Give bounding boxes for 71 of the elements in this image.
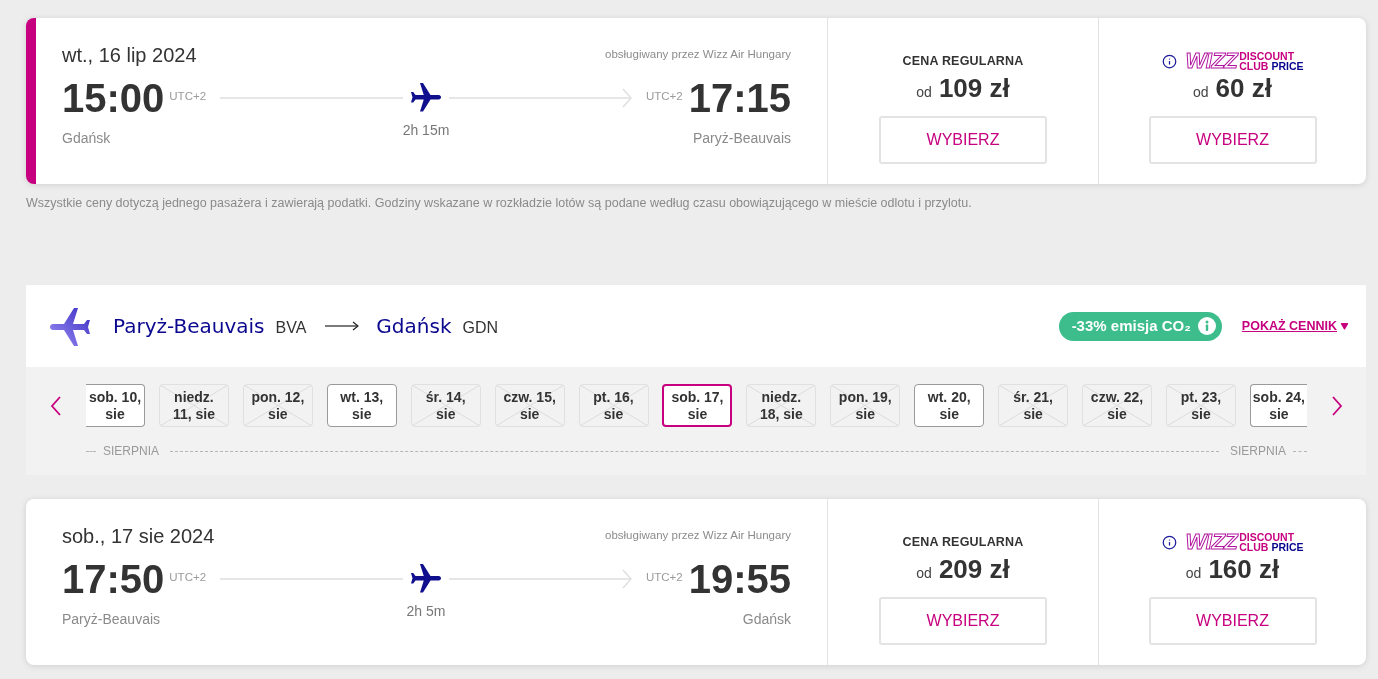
operator-text: obsługiwany przez Wizz Air Hungary (605, 528, 791, 544)
flight-date: sob., 17 sie 2024 (62, 524, 215, 548)
logo-wordmark: WIZZ (1185, 50, 1238, 72)
price-amount: 209 zł (938, 554, 1010, 584)
logo-caption: DISCOUNT (1239, 532, 1296, 542)
date-option[interactable]: niedz. 18, sie (746, 384, 817, 427)
timezone-label: UTC+2 (169, 570, 207, 586)
flight-duration: 2h 15m (402, 121, 450, 140)
date-option[interactable]: czw. 15, sie (494, 384, 565, 427)
arrival-city: Paryż-Beauvais (692, 129, 791, 148)
logo-caption: CLUB PRICE (1239, 61, 1304, 71)
select-fare-button[interactable]: WYBIERZ (1148, 597, 1317, 645)
logo-wordmark: WIZZ (1185, 531, 1238, 553)
date-option[interactable]: wt. 20, sie (914, 384, 985, 427)
departure-city: Gdańsk (62, 129, 111, 148)
date-option[interactable]: śr. 14, sie (410, 384, 481, 427)
logo-caption: CLUB PRICE (1239, 542, 1304, 552)
flight-date: wt., 16 lip 2024 (62, 43, 197, 67)
airplane-icon (50, 306, 90, 346)
timezone-label: UTC+2 (645, 570, 683, 586)
destination-city: Gdańsk (376, 313, 452, 340)
arrival-time: 17:15 (688, 76, 791, 120)
chevron-right-icon (1330, 395, 1343, 416)
arrow-right-icon (325, 321, 360, 331)
departure-time: 15:00 (62, 76, 165, 120)
month-label: SIERPNIA (103, 443, 159, 460)
fare-label: CENA REGULARNA (902, 533, 1024, 551)
price-prefix: od (916, 83, 932, 102)
timezone-label: UTC+2 (645, 89, 683, 105)
airplane-icon (411, 564, 441, 594)
logo-caption: DISCOUNT (1239, 51, 1296, 61)
month-label: SIERPNIA (1230, 443, 1286, 460)
date-option[interactable]: sob. 17, sie (662, 384, 733, 427)
date-option[interactable]: czw. 22, sie (1082, 384, 1153, 427)
date-option[interactable]: sob. 24, sie (1249, 384, 1307, 427)
price-prefix: od (916, 564, 932, 583)
operator-text: obsługiwany przez Wizz Air Hungary (605, 47, 791, 63)
origin-code: BVA (275, 317, 307, 338)
fare-label: CENA REGULARNA (902, 52, 1024, 70)
departure-time: 17:50 (62, 557, 165, 601)
info-icon[interactable] (1161, 534, 1177, 550)
flight-duration: 2h 5m (406, 602, 446, 621)
select-fare-button[interactable]: WYBIERZ (879, 597, 1047, 645)
select-fare-button[interactable]: WYBIERZ (879, 116, 1047, 164)
price-prefix: od (1185, 564, 1202, 583)
destination-code: GDN (462, 317, 499, 338)
arrival-time: 19:55 (688, 557, 791, 601)
date-option[interactable]: pon. 12, sie (242, 384, 313, 427)
timezone-label: UTC+2 (169, 89, 207, 105)
info-icon[interactable] (1161, 53, 1177, 69)
date-option[interactable]: pt. 23, sie (1166, 384, 1236, 427)
date-option[interactable]: pt. 16, sie (578, 384, 649, 427)
departure-city: Paryż-Beauvais (62, 610, 161, 629)
price-amount: 109 zł (938, 73, 1010, 103)
select-fare-button[interactable]: WYBIERZ (1148, 116, 1317, 164)
info-icon (1197, 317, 1216, 335)
caret-down-icon (1340, 322, 1349, 330)
date-option[interactable]: pon. 19, sie (830, 384, 901, 427)
date-option[interactable]: niedz. 11, sie (158, 384, 229, 427)
airplane-icon (411, 83, 441, 113)
date-option[interactable]: wt. 13, sie (326, 384, 397, 427)
footnote-text: Wszystkie ceny dotyczą jednego pasażera i zawierają podatki. Godziny wskazane w rozkładzie lotów są podane według czasu obowiązującego w mieście odlotu i przylotu. (26, 195, 973, 211)
date-option[interactable]: śr. 21, sie (998, 384, 1069, 427)
origin-city: Paryż-Beauvais (113, 313, 265, 340)
chevron-left-icon (50, 395, 62, 416)
date-option[interactable]: sob. 10, sie (86, 384, 145, 427)
price-prefix: od (1193, 83, 1209, 102)
price-amount: 60 zł (1215, 73, 1272, 103)
price-amount: 160 zł (1208, 554, 1280, 584)
arrival-city: Gdańsk (742, 610, 791, 629)
show-price-list-link[interactable]: POKAŻ CENNIK (1241, 316, 1349, 336)
